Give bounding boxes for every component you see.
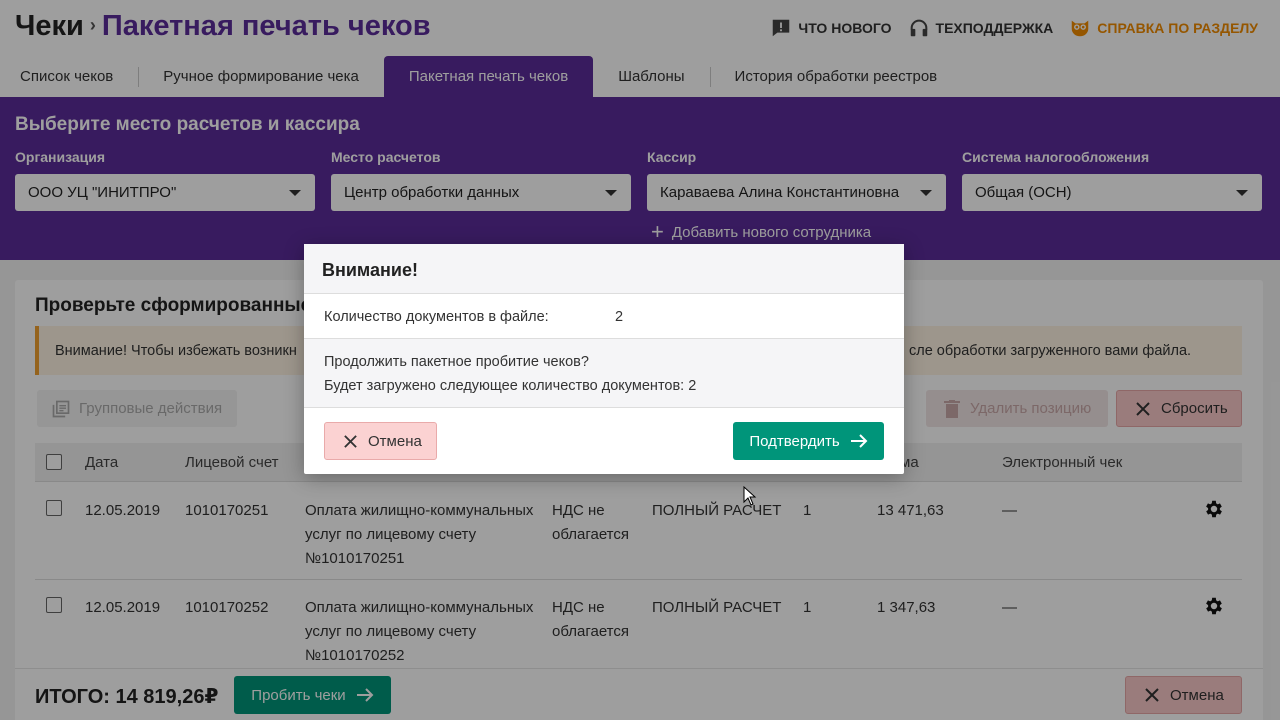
dialog-question: Продолжить пакетное пробитие чеков?	[324, 354, 589, 370]
confirm-dialog: Внимание! Количество документов в файле:…	[304, 244, 904, 474]
close-icon	[344, 434, 357, 448]
dialog-title: Внимание!	[322, 260, 418, 280]
doc-count-label: Количество документов в файле:	[324, 309, 549, 325]
dialog-confirm-label: Подтвердить	[749, 432, 840, 450]
mouse-cursor-icon	[743, 486, 757, 506]
dialog-info: Будет загружено следующее количество док…	[324, 378, 697, 394]
dialog-cancel-label: Отмена	[368, 432, 422, 450]
dialog-confirm-button[interactable]: Подтвердить	[733, 422, 884, 460]
dialog-header: Внимание!	[304, 244, 904, 294]
arrow-right-icon	[850, 434, 868, 448]
doc-count-value: 2	[615, 309, 624, 325]
dialog-cancel-button[interactable]: Отмена	[324, 422, 437, 460]
dialog-doc-count-row: Количество документов в файле: 2	[304, 294, 904, 339]
dialog-message: Продолжить пакетное пробитие чеков? Буде…	[304, 339, 904, 408]
